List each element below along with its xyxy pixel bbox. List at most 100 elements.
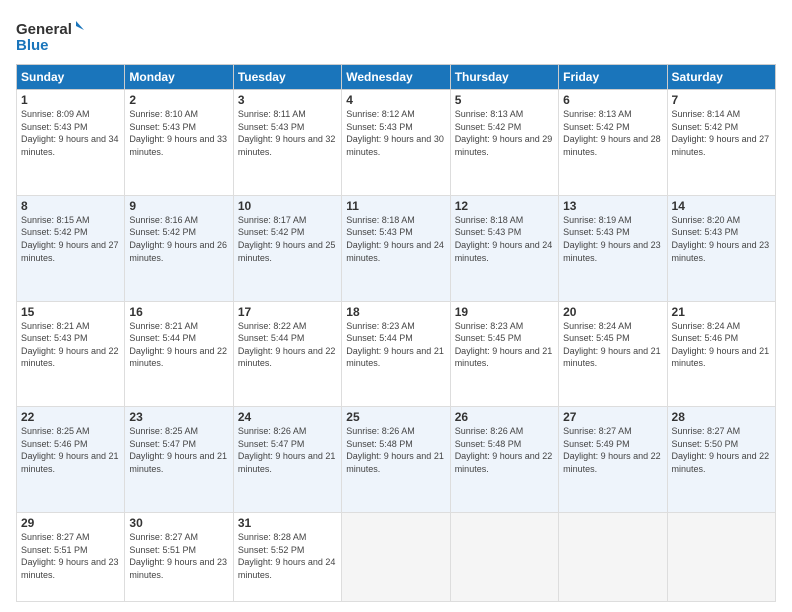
weekday-header-wednesday: Wednesday (342, 65, 450, 90)
day-number: 3 (238, 93, 337, 107)
calendar-cell: 3Sunrise: 8:11 AM Sunset: 5:43 PM Daylig… (233, 90, 341, 196)
day-info: Sunrise: 8:13 AM Sunset: 5:42 PM Dayligh… (563, 108, 662, 158)
week-row-3: 15Sunrise: 8:21 AM Sunset: 5:43 PM Dayli… (17, 301, 776, 407)
day-number: 24 (238, 410, 337, 424)
calendar-cell: 13Sunrise: 8:19 AM Sunset: 5:43 PM Dayli… (559, 195, 667, 301)
day-info: Sunrise: 8:25 AM Sunset: 5:47 PM Dayligh… (129, 425, 228, 475)
calendar-cell: 10Sunrise: 8:17 AM Sunset: 5:42 PM Dayli… (233, 195, 341, 301)
day-info: Sunrise: 8:13 AM Sunset: 5:42 PM Dayligh… (455, 108, 554, 158)
day-info: Sunrise: 8:12 AM Sunset: 5:43 PM Dayligh… (346, 108, 445, 158)
calendar-cell: 31Sunrise: 8:28 AM Sunset: 5:52 PM Dayli… (233, 513, 341, 602)
header: General Blue (16, 16, 776, 56)
calendar-cell: 4Sunrise: 8:12 AM Sunset: 5:43 PM Daylig… (342, 90, 450, 196)
day-number: 5 (455, 93, 554, 107)
day-info: Sunrise: 8:27 AM Sunset: 5:51 PM Dayligh… (129, 531, 228, 581)
weekday-header-saturday: Saturday (667, 65, 775, 90)
day-info: Sunrise: 8:27 AM Sunset: 5:50 PM Dayligh… (672, 425, 771, 475)
day-number: 31 (238, 516, 337, 530)
calendar-table: SundayMondayTuesdayWednesdayThursdayFrid… (16, 64, 776, 602)
calendar-cell: 11Sunrise: 8:18 AM Sunset: 5:43 PM Dayli… (342, 195, 450, 301)
calendar-cell: 17Sunrise: 8:22 AM Sunset: 5:44 PM Dayli… (233, 301, 341, 407)
logo: General Blue (16, 16, 86, 56)
day-info: Sunrise: 8:22 AM Sunset: 5:44 PM Dayligh… (238, 320, 337, 370)
calendar-cell: 30Sunrise: 8:27 AM Sunset: 5:51 PM Dayli… (125, 513, 233, 602)
calendar-cell: 6Sunrise: 8:13 AM Sunset: 5:42 PM Daylig… (559, 90, 667, 196)
day-info: Sunrise: 8:23 AM Sunset: 5:45 PM Dayligh… (455, 320, 554, 370)
weekday-header-row: SundayMondayTuesdayWednesdayThursdayFrid… (17, 65, 776, 90)
day-number: 20 (563, 305, 662, 319)
calendar-cell: 29Sunrise: 8:27 AM Sunset: 5:51 PM Dayli… (17, 513, 125, 602)
calendar-cell: 12Sunrise: 8:18 AM Sunset: 5:43 PM Dayli… (450, 195, 558, 301)
calendar-cell: 20Sunrise: 8:24 AM Sunset: 5:45 PM Dayli… (559, 301, 667, 407)
weekday-header-tuesday: Tuesday (233, 65, 341, 90)
day-number: 11 (346, 199, 445, 213)
day-number: 12 (455, 199, 554, 213)
day-info: Sunrise: 8:28 AM Sunset: 5:52 PM Dayligh… (238, 531, 337, 581)
day-number: 26 (455, 410, 554, 424)
weekday-header-thursday: Thursday (450, 65, 558, 90)
day-info: Sunrise: 8:18 AM Sunset: 5:43 PM Dayligh… (346, 214, 445, 264)
day-info: Sunrise: 8:26 AM Sunset: 5:47 PM Dayligh… (238, 425, 337, 475)
logo-svg: General Blue (16, 16, 86, 56)
calendar-cell: 21Sunrise: 8:24 AM Sunset: 5:46 PM Dayli… (667, 301, 775, 407)
svg-text:Blue: Blue (16, 37, 49, 54)
day-info: Sunrise: 8:09 AM Sunset: 5:43 PM Dayligh… (21, 108, 120, 158)
day-info: Sunrise: 8:27 AM Sunset: 5:49 PM Dayligh… (563, 425, 662, 475)
day-info: Sunrise: 8:24 AM Sunset: 5:45 PM Dayligh… (563, 320, 662, 370)
day-info: Sunrise: 8:19 AM Sunset: 5:43 PM Dayligh… (563, 214, 662, 264)
week-row-2: 8Sunrise: 8:15 AM Sunset: 5:42 PM Daylig… (17, 195, 776, 301)
day-info: Sunrise: 8:27 AM Sunset: 5:51 PM Dayligh… (21, 531, 120, 581)
day-number: 29 (21, 516, 120, 530)
day-number: 18 (346, 305, 445, 319)
week-row-5: 29Sunrise: 8:27 AM Sunset: 5:51 PM Dayli… (17, 513, 776, 602)
day-number: 8 (21, 199, 120, 213)
day-number: 17 (238, 305, 337, 319)
day-number: 14 (672, 199, 771, 213)
weekday-header-monday: Monday (125, 65, 233, 90)
day-number: 6 (563, 93, 662, 107)
calendar-cell: 28Sunrise: 8:27 AM Sunset: 5:50 PM Dayli… (667, 407, 775, 513)
day-number: 28 (672, 410, 771, 424)
day-number: 15 (21, 305, 120, 319)
calendar-cell: 23Sunrise: 8:25 AM Sunset: 5:47 PM Dayli… (125, 407, 233, 513)
calendar-cell: 19Sunrise: 8:23 AM Sunset: 5:45 PM Dayli… (450, 301, 558, 407)
calendar-cell (667, 513, 775, 602)
day-info: Sunrise: 8:10 AM Sunset: 5:43 PM Dayligh… (129, 108, 228, 158)
day-info: Sunrise: 8:18 AM Sunset: 5:43 PM Dayligh… (455, 214, 554, 264)
day-info: Sunrise: 8:17 AM Sunset: 5:42 PM Dayligh… (238, 214, 337, 264)
day-info: Sunrise: 8:25 AM Sunset: 5:46 PM Dayligh… (21, 425, 120, 475)
calendar-cell (559, 513, 667, 602)
day-info: Sunrise: 8:20 AM Sunset: 5:43 PM Dayligh… (672, 214, 771, 264)
weekday-header-friday: Friday (559, 65, 667, 90)
weekday-header-sunday: Sunday (17, 65, 125, 90)
day-number: 23 (129, 410, 228, 424)
calendar-cell: 15Sunrise: 8:21 AM Sunset: 5:43 PM Dayli… (17, 301, 125, 407)
calendar-cell: 25Sunrise: 8:26 AM Sunset: 5:48 PM Dayli… (342, 407, 450, 513)
day-number: 16 (129, 305, 228, 319)
calendar-cell: 1Sunrise: 8:09 AM Sunset: 5:43 PM Daylig… (17, 90, 125, 196)
day-number: 25 (346, 410, 445, 424)
day-number: 10 (238, 199, 337, 213)
day-info: Sunrise: 8:16 AM Sunset: 5:42 PM Dayligh… (129, 214, 228, 264)
day-number: 9 (129, 199, 228, 213)
calendar-cell: 14Sunrise: 8:20 AM Sunset: 5:43 PM Dayli… (667, 195, 775, 301)
day-number: 30 (129, 516, 228, 530)
day-number: 7 (672, 93, 771, 107)
day-info: Sunrise: 8:21 AM Sunset: 5:44 PM Dayligh… (129, 320, 228, 370)
calendar-cell: 9Sunrise: 8:16 AM Sunset: 5:42 PM Daylig… (125, 195, 233, 301)
day-info: Sunrise: 8:24 AM Sunset: 5:46 PM Dayligh… (672, 320, 771, 370)
calendar-cell: 2Sunrise: 8:10 AM Sunset: 5:43 PM Daylig… (125, 90, 233, 196)
calendar-cell: 18Sunrise: 8:23 AM Sunset: 5:44 PM Dayli… (342, 301, 450, 407)
calendar-cell: 5Sunrise: 8:13 AM Sunset: 5:42 PM Daylig… (450, 90, 558, 196)
calendar-cell: 22Sunrise: 8:25 AM Sunset: 5:46 PM Dayli… (17, 407, 125, 513)
svg-text:General: General (16, 21, 72, 38)
week-row-4: 22Sunrise: 8:25 AM Sunset: 5:46 PM Dayli… (17, 407, 776, 513)
day-number: 19 (455, 305, 554, 319)
calendar-cell (342, 513, 450, 602)
day-number: 4 (346, 93, 445, 107)
day-info: Sunrise: 8:23 AM Sunset: 5:44 PM Dayligh… (346, 320, 445, 370)
day-number: 2 (129, 93, 228, 107)
calendar-cell: 16Sunrise: 8:21 AM Sunset: 5:44 PM Dayli… (125, 301, 233, 407)
day-number: 27 (563, 410, 662, 424)
day-info: Sunrise: 8:14 AM Sunset: 5:42 PM Dayligh… (672, 108, 771, 158)
